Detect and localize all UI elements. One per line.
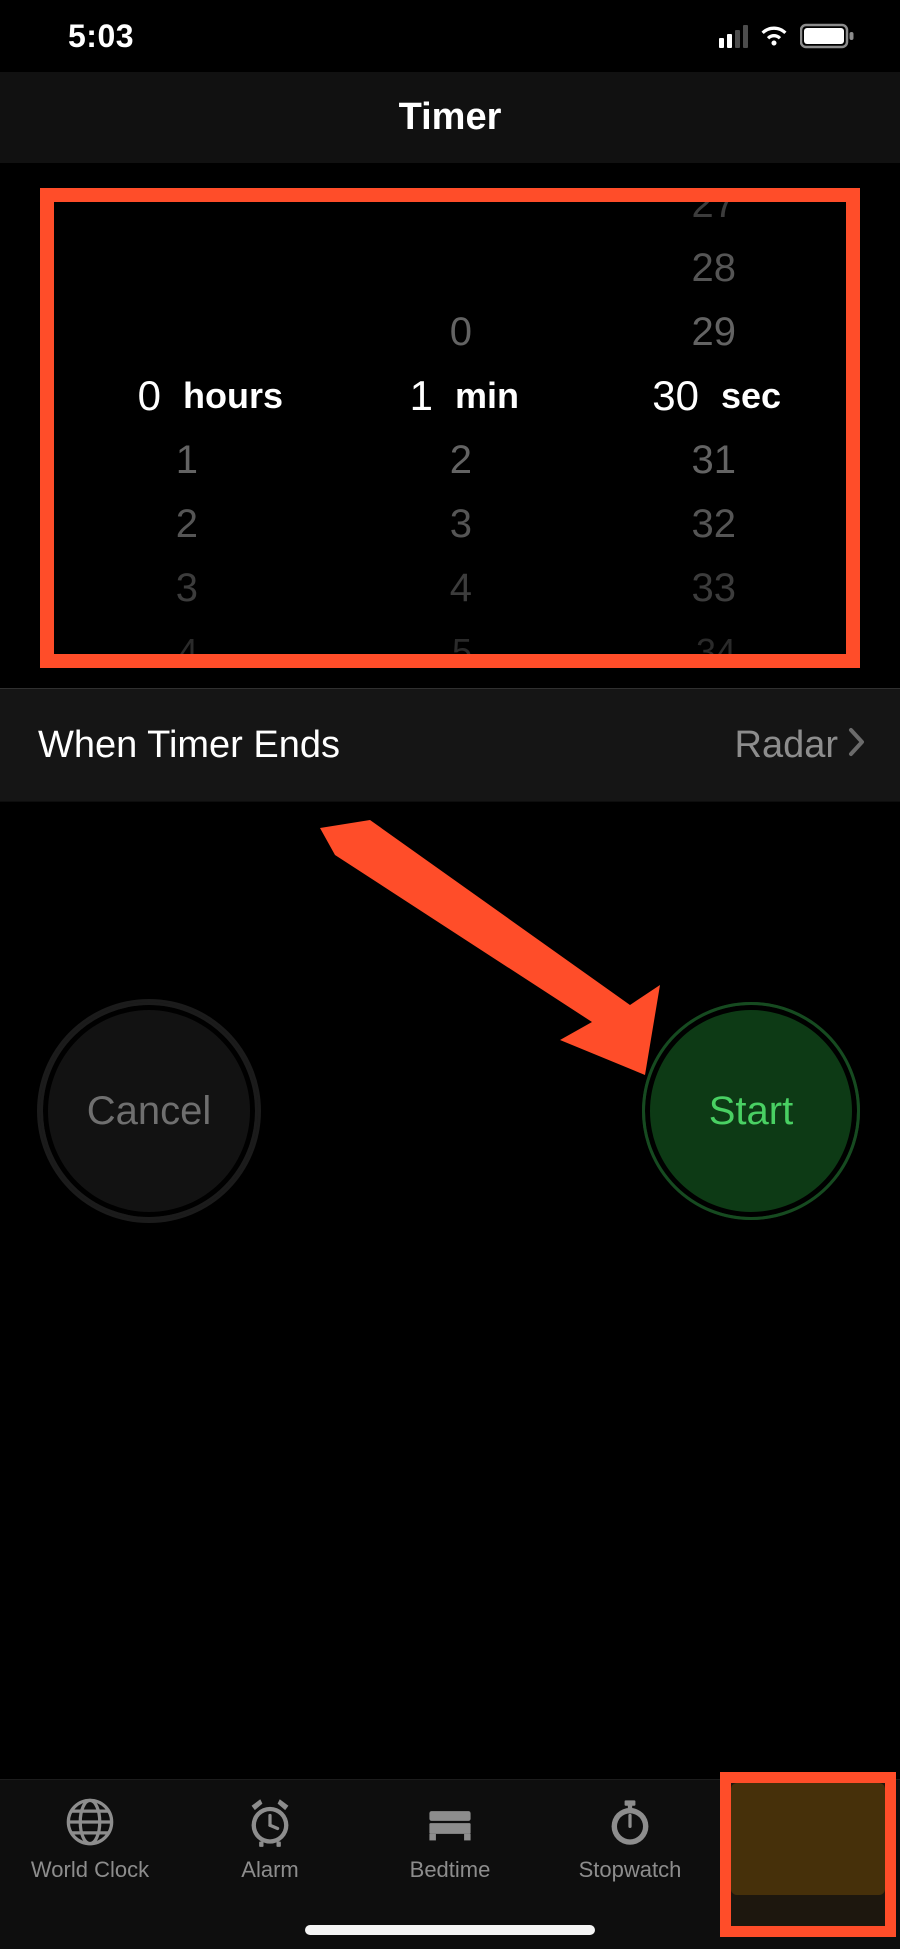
when-timer-ends-value-wrapper: Radar xyxy=(735,724,867,767)
tab-bar: World Clock Alarm Bedtime Stopwatch Time xyxy=(0,1779,900,1949)
tab-alarm[interactable]: Alarm xyxy=(180,1780,360,1949)
status-bar: 5:03 xyxy=(0,0,900,72)
seconds-wheel[interactable]: 27 28 29 30 sec 31 32 33 34 xyxy=(582,202,846,654)
status-time: 5:03 xyxy=(68,18,134,55)
seconds-unit-label: sec xyxy=(721,375,781,417)
wifi-icon xyxy=(757,24,791,48)
tab-label: Alarm xyxy=(241,1857,298,1883)
time-picker-highlight-box: 0 hours 1 2 3 4 0 xyxy=(40,188,860,668)
nav-bar: Timer xyxy=(0,72,900,164)
cancel-button[interactable]: Cancel xyxy=(40,1002,258,1220)
tab-world-clock[interactable]: World Clock xyxy=(0,1780,180,1949)
annotation-arrow-icon xyxy=(280,820,670,1100)
minutes-selected-value: 1 xyxy=(381,372,441,420)
time-picker-section: 0 hours 1 2 3 4 0 xyxy=(0,164,900,688)
alarm-clock-icon xyxy=(244,1796,296,1854)
battery-icon xyxy=(800,23,856,49)
stopwatch-icon xyxy=(604,1796,656,1854)
hours-unit-label: hours xyxy=(183,375,283,417)
when-timer-ends-row[interactable]: When Timer Ends Radar xyxy=(0,688,900,802)
timer-icon xyxy=(784,1796,836,1854)
seconds-selected-value: 30 xyxy=(647,372,707,420)
status-indicators xyxy=(719,23,856,49)
start-button[interactable]: Start xyxy=(642,1002,860,1220)
hours-wheel[interactable]: 0 hours 1 2 3 4 xyxy=(54,202,318,654)
cancel-button-label: Cancel xyxy=(87,1089,212,1134)
tab-label: Timer xyxy=(782,1857,837,1883)
tab-label: Bedtime xyxy=(410,1857,491,1883)
clock-app-timer-screen: 5:03 Timer xyxy=(0,0,900,1949)
minutes-wheel[interactable]: 0 1 min 2 3 4 5 xyxy=(318,202,582,654)
cellular-signal-icon xyxy=(719,25,748,48)
tab-bedtime[interactable]: Bedtime xyxy=(360,1780,540,1949)
tab-label: Stopwatch xyxy=(579,1857,682,1883)
page-title: Timer xyxy=(399,96,502,139)
home-indicator[interactable] xyxy=(305,1925,595,1935)
when-timer-ends-label: When Timer Ends xyxy=(38,724,340,767)
hours-selected-value: 0 xyxy=(109,372,169,420)
minutes-unit-label: min xyxy=(455,375,519,417)
globe-icon xyxy=(64,1796,116,1854)
tab-stopwatch[interactable]: Stopwatch xyxy=(540,1780,720,1949)
tab-timer[interactable]: Timer xyxy=(720,1780,900,1949)
when-timer-ends-value: Radar xyxy=(735,724,839,767)
chevron-right-icon xyxy=(848,724,866,767)
bed-icon xyxy=(424,1796,476,1854)
time-picker[interactable]: 0 hours 1 2 3 4 0 xyxy=(54,202,846,654)
tab-label: World Clock xyxy=(31,1857,149,1883)
actions-area: Cancel Start xyxy=(0,802,900,1779)
start-button-label: Start xyxy=(709,1089,793,1134)
